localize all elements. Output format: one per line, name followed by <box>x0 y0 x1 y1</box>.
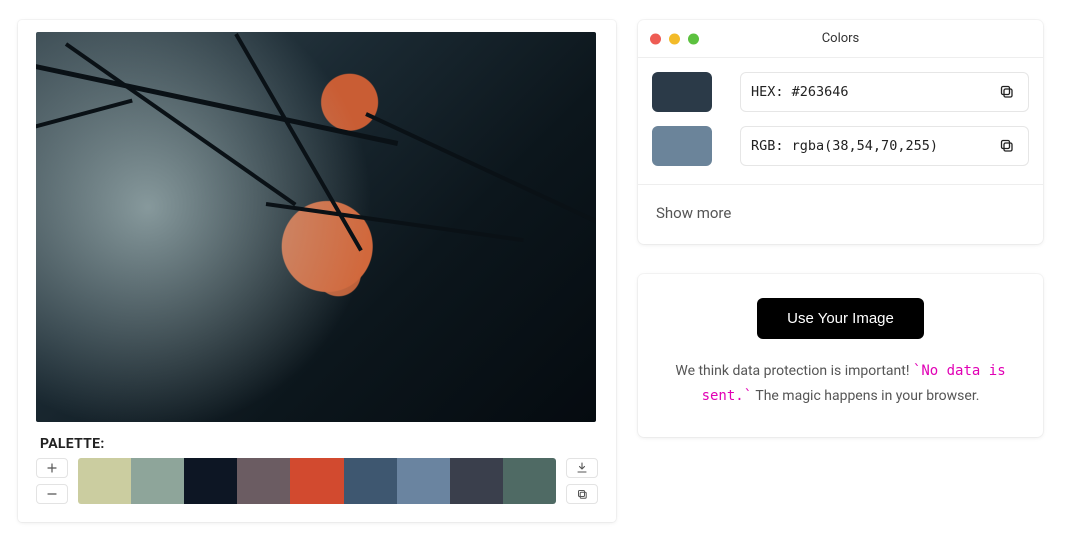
window-title: Colors <box>822 31 860 46</box>
copy-icon[interactable] <box>996 135 1018 157</box>
swatch[interactable] <box>290 458 343 504</box>
color-code-field: HEX: #263646 <box>740 72 1029 112</box>
image-palette-card: PALETTE: <box>18 20 616 522</box>
upload-description: We think data protection is important! `… <box>660 359 1021 409</box>
sample-image <box>36 32 596 422</box>
swatch[interactable] <box>131 458 184 504</box>
download-palette-button[interactable] <box>566 458 598 478</box>
color-code-text: RGB: rgba(38,54,70,255) <box>751 138 938 154</box>
window-controls <box>650 33 699 44</box>
palette-label: PALETTE: <box>40 436 598 452</box>
color-row: HEX: #263646 <box>652 72 1029 112</box>
swatch[interactable] <box>184 458 237 504</box>
swatch[interactable] <box>237 458 290 504</box>
color-chip[interactable] <box>652 126 712 166</box>
swatch[interactable] <box>503 458 556 504</box>
swatch[interactable] <box>344 458 397 504</box>
show-more-button[interactable]: Show more <box>656 204 731 222</box>
swatch[interactable] <box>450 458 503 504</box>
copy-palette-button[interactable] <box>566 484 598 504</box>
close-icon[interactable] <box>650 33 661 44</box>
color-code-field: RGB: rgba(38,54,70,255) <box>740 126 1029 166</box>
add-swatch-button[interactable] <box>36 458 68 478</box>
copy-icon[interactable] <box>996 81 1018 103</box>
swatch[interactable] <box>78 458 131 504</box>
color-code-text: HEX: #263646 <box>751 84 849 100</box>
use-your-image-button[interactable]: Use Your Image <box>757 298 924 339</box>
window-header: Colors <box>638 20 1043 58</box>
color-chip[interactable] <box>652 72 712 112</box>
palette-swatches <box>78 458 556 504</box>
swatch[interactable] <box>397 458 450 504</box>
maximize-icon[interactable] <box>688 33 699 44</box>
colors-panel: Colors HEX: #263646 RGB: rgba(38,54,70, <box>638 20 1043 244</box>
remove-swatch-button[interactable] <box>36 484 68 504</box>
upload-card: Use Your Image We think data protection … <box>638 274 1043 437</box>
minimize-icon[interactable] <box>669 33 680 44</box>
color-row: RGB: rgba(38,54,70,255) <box>652 126 1029 166</box>
palette-block: PALETTE: <box>36 436 598 504</box>
